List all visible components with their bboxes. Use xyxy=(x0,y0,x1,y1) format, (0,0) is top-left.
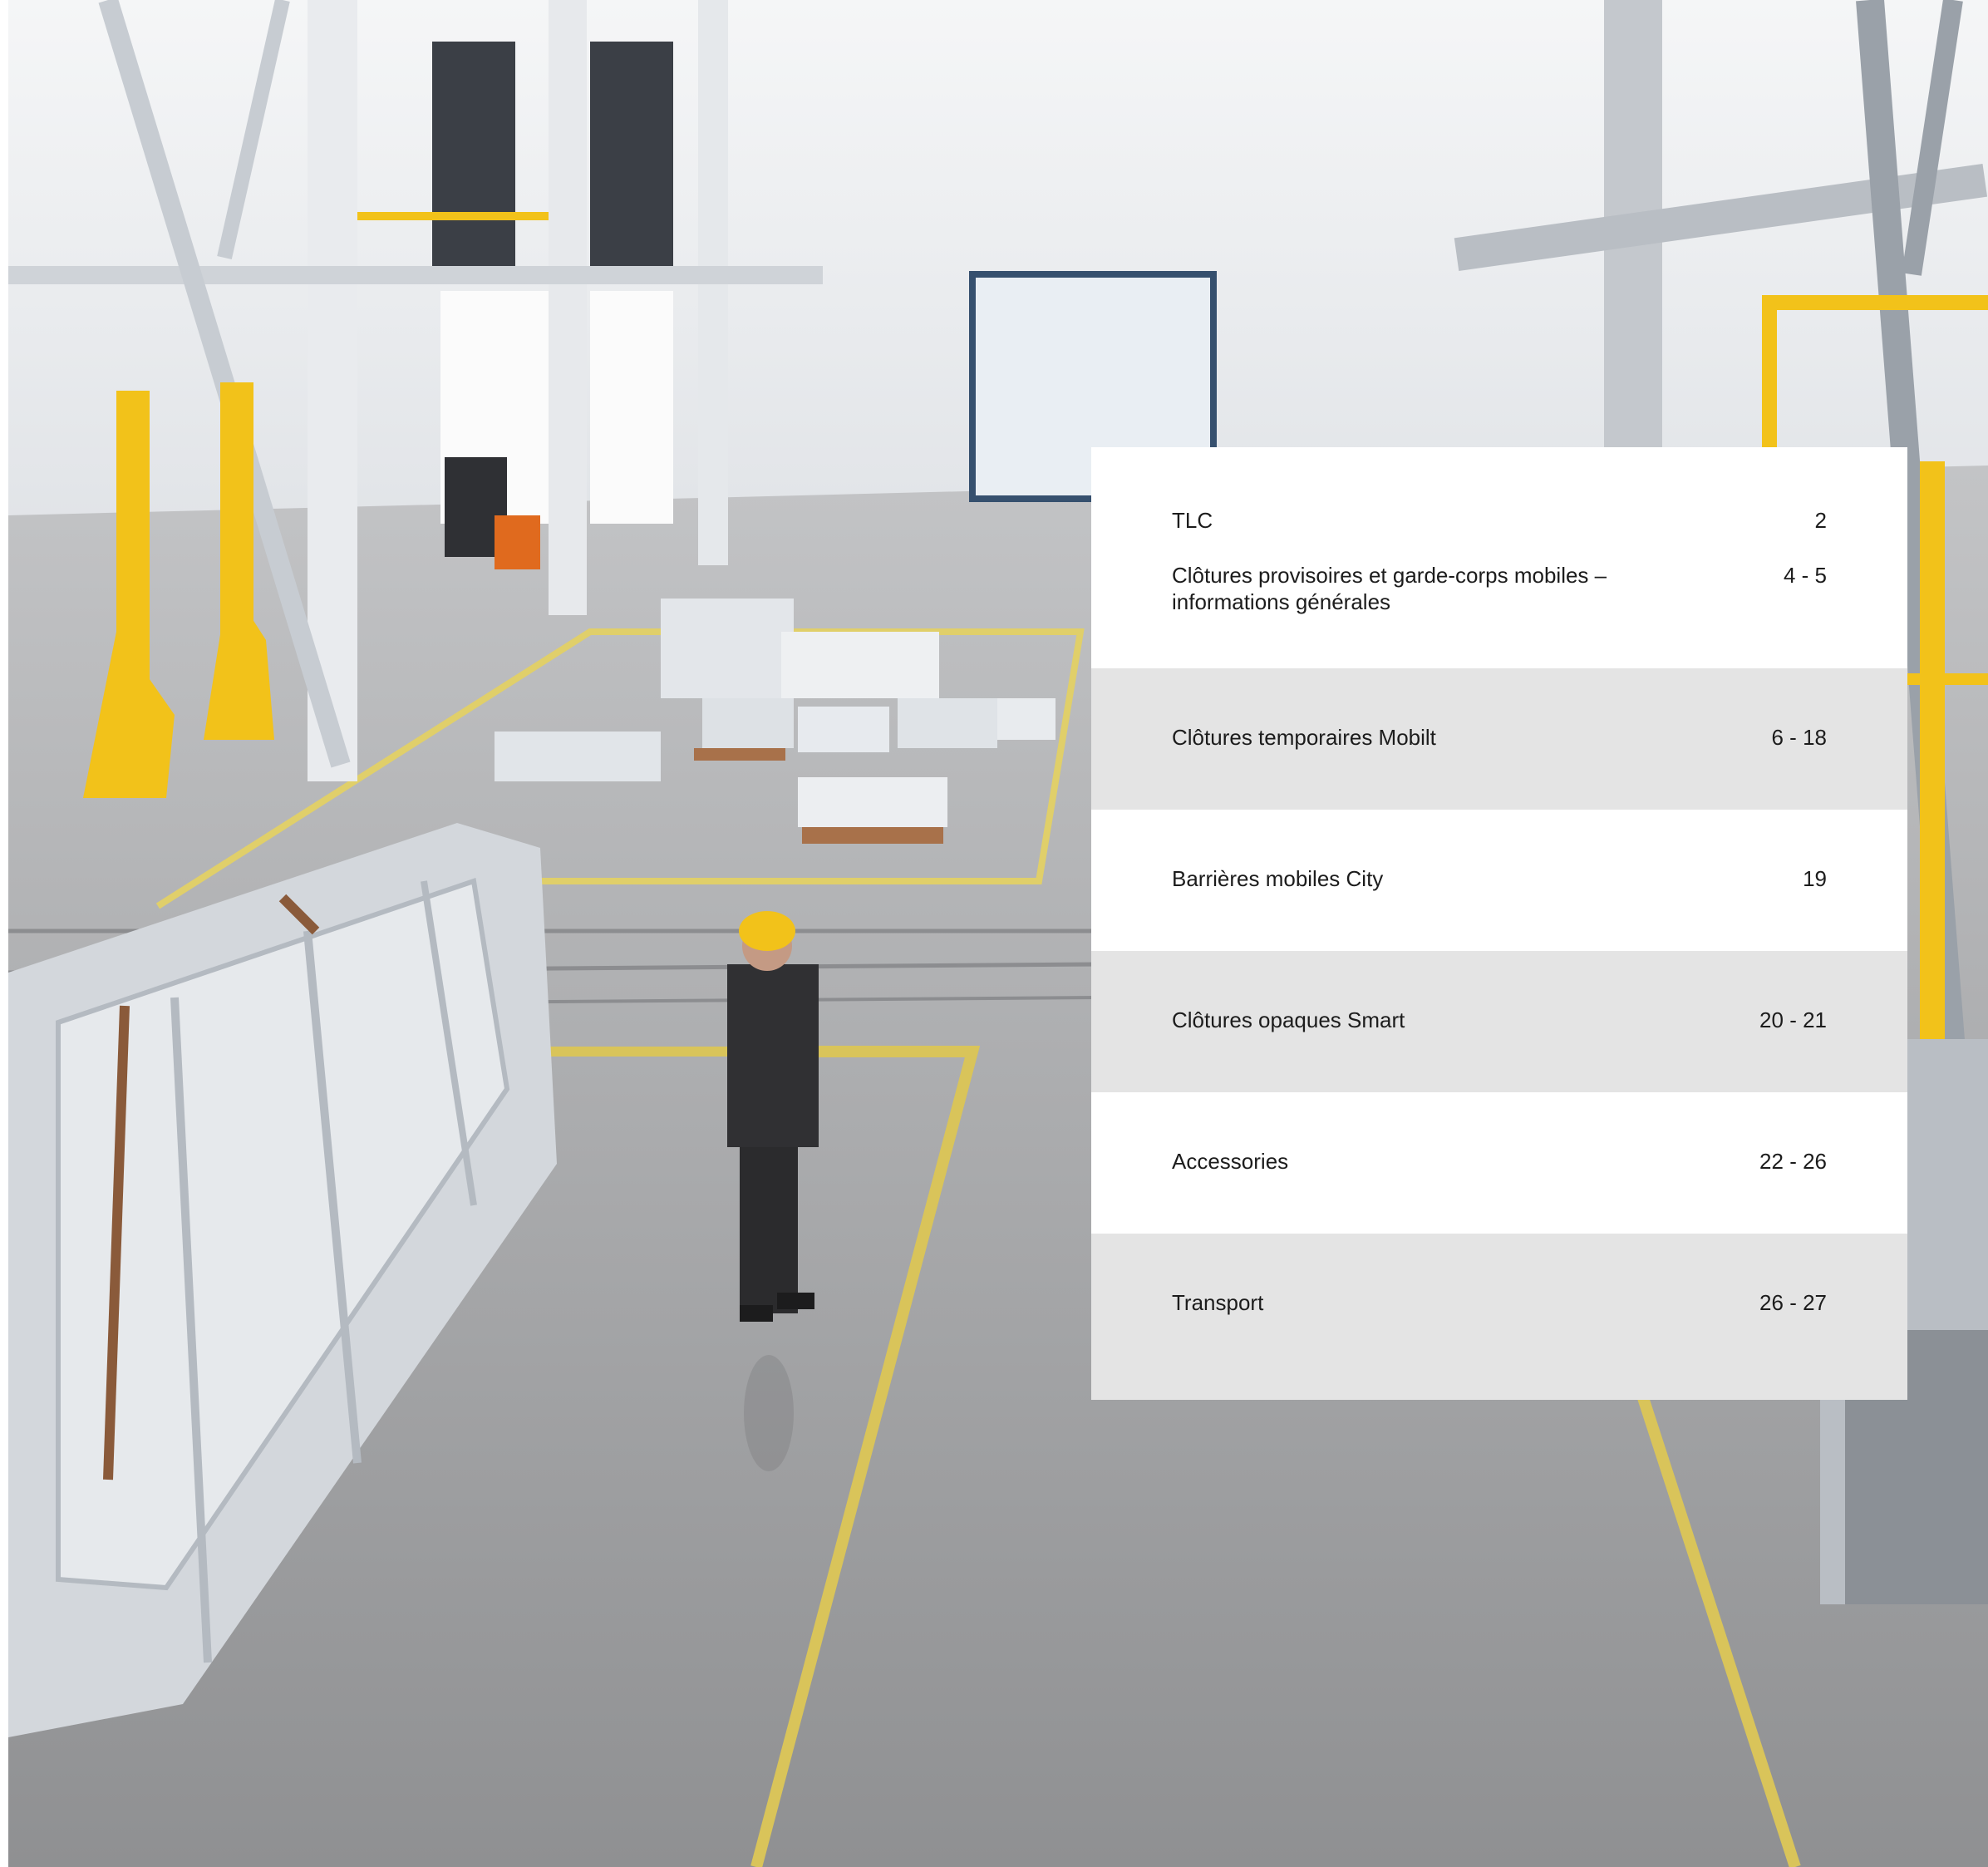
toc-entry-title: Clôtures provisoires et garde-corps mobi… xyxy=(1172,562,1654,615)
toc-entry-pages: 20 - 21 xyxy=(1759,1007,1827,1032)
toc-entry[interactable]: Clôtures opaques Smart 20 - 21 xyxy=(1091,951,1907,1092)
toc-entry[interactable]: Accessories 22 - 26 xyxy=(1091,1092,1907,1234)
toc-entry-title-line: Clôtures provisoires et garde-corps mobi… xyxy=(1172,563,1607,588)
toc-entry-pages: 2 xyxy=(1814,508,1827,533)
toc-entry-pages: 6 - 18 xyxy=(1771,725,1828,750)
toc-entry[interactable]: TLC 2 Clôtures provisoires et garde-corp… xyxy=(1091,447,1907,668)
toc-entry-pages: 26 - 27 xyxy=(1759,1290,1827,1315)
toc-entry[interactable]: Clôtures temporaires Mobilt 6 - 18 xyxy=(1091,668,1907,810)
toc-entry-title: Clôtures temporaires Mobilt xyxy=(1172,725,1436,750)
toc-entry-title: TLC xyxy=(1172,507,1654,534)
toc-entry-pages: 19 xyxy=(1803,866,1827,891)
toc-entry-title-line: informations générales xyxy=(1172,589,1391,614)
toc-entry-title-line: TLC xyxy=(1172,508,1213,533)
toc-entry-title: Barrières mobiles City xyxy=(1172,866,1384,891)
toc-entry-pages: 22 - 26 xyxy=(1759,1149,1827,1174)
toc-entry-title: Accessories xyxy=(1172,1149,1289,1174)
toc-entry[interactable]: Barrières mobiles City 19 xyxy=(1091,810,1907,951)
table-of-contents: TLC 2 Clôtures provisoires et garde-corp… xyxy=(1091,447,1907,1400)
toc-entry-pages: 4 - 5 xyxy=(1783,563,1827,588)
toc-entry-title: Clôtures opaques Smart xyxy=(1172,1007,1405,1032)
toc-entry[interactable]: Transport 26 - 27 xyxy=(1091,1234,1907,1400)
toc-entry-title: Transport xyxy=(1172,1290,1264,1315)
